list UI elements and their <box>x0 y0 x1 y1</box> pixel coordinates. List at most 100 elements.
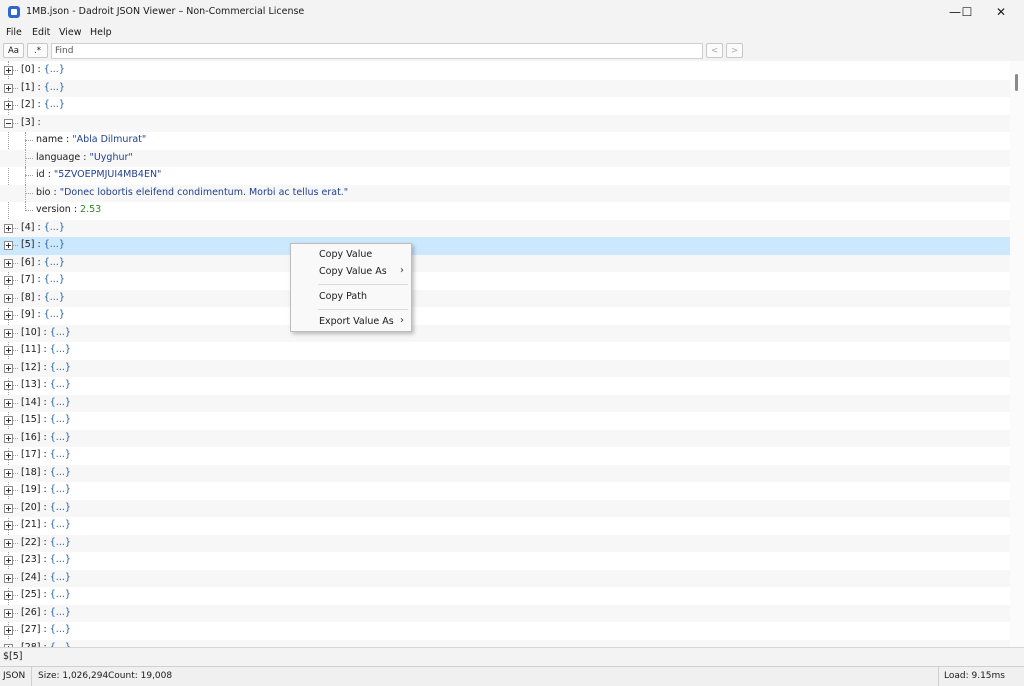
tree-node[interactable]: [2] : {...} <box>0 97 1010 115</box>
tree-node[interactable]: [12] : {...} <box>0 359 1010 377</box>
tree-node[interactable]: [8] : {...} <box>0 289 1010 307</box>
tree-node-expanded[interactable]: [3] : <box>0 114 1010 132</box>
tree-leaf[interactable]: bio : "Donec lobortis eleifend condiment… <box>0 184 1010 202</box>
match-case-button[interactable]: Aa <box>3 43 24 58</box>
find-previous-button[interactable]: < <box>706 43 723 58</box>
expand-icon[interactable] <box>4 311 13 320</box>
expand-icon[interactable] <box>4 363 13 373</box>
expand-icon[interactable] <box>4 433 13 443</box>
tree-node[interactable]: [1] : {...} <box>0 79 1010 97</box>
tree-leaf[interactable]: language : "Uyghur" <box>0 149 1010 167</box>
leaf-key: name <box>36 134 63 145</box>
tree-node[interactable]: [11] : {...} <box>0 342 1010 360</box>
node-value: {...} <box>49 414 71 425</box>
maximize-button[interactable]: ☐ <box>944 0 990 24</box>
tree-node[interactable]: [22] : {...} <box>0 534 1010 552</box>
expand-icon[interactable] <box>4 538 13 548</box>
menu-help[interactable]: Help <box>90 27 112 38</box>
vertical-scrollbar[interactable] <box>1010 61 1024 647</box>
expand-icon[interactable] <box>4 258 13 268</box>
tree-node[interactable]: [4] : {...} <box>0 219 1010 237</box>
copy-value-as-menu-item[interactable]: Copy Value As › <box>292 264 410 280</box>
expand-icon[interactable] <box>4 521 13 530</box>
expand-icon[interactable] <box>4 66 13 75</box>
tree-leaf[interactable]: name : "Abla Dilmurat" <box>0 132 1010 150</box>
expand-icon[interactable] <box>4 83 13 93</box>
copy-path-menu-item[interactable]: Copy Path <box>292 289 410 305</box>
expand-icon[interactable] <box>4 503 13 513</box>
tree-node[interactable]: [27] : {...} <box>0 622 1010 640</box>
node-value: {...} <box>49 589 71 600</box>
node-key: [13] <box>21 379 41 390</box>
app-logo-icon <box>8 6 20 18</box>
expand-icon[interactable] <box>4 328 13 338</box>
menu-file[interactable]: File <box>6 27 22 38</box>
expand-icon[interactable] <box>4 416 13 425</box>
submenu-arrow-icon: › <box>400 315 404 326</box>
node-key: [7] <box>21 274 35 285</box>
tree-node[interactable]: [13] : {...} <box>0 377 1010 395</box>
tree-node[interactable]: [16] : {...} <box>0 429 1010 447</box>
tree-node[interactable]: [21] : {...} <box>0 517 1010 535</box>
expand-icon[interactable] <box>4 608 13 618</box>
node-value: {...} <box>43 81 65 93</box>
leaf-key: language <box>36 151 81 163</box>
tree-node[interactable]: [24] : {...} <box>0 569 1010 587</box>
copy-value-menu-item[interactable]: Copy Value <box>292 247 410 263</box>
tree-node[interactable]: [7] : {...} <box>0 272 1010 290</box>
tree-node[interactable]: [5] : {...} <box>0 237 1010 255</box>
tree-node[interactable]: [15] : {...} <box>0 412 1010 430</box>
tree-node[interactable]: [18] : {...} <box>0 464 1010 482</box>
node-key: [23] <box>21 554 41 565</box>
tree-node[interactable]: [10] : {...} <box>0 324 1010 342</box>
find-next-button[interactable]: > <box>726 43 743 58</box>
expand-icon[interactable] <box>4 101 13 110</box>
node-value: {...} <box>49 379 71 390</box>
tree-node[interactable]: [19] : {...} <box>0 482 1010 500</box>
expand-icon[interactable] <box>4 486 13 495</box>
expand-icon[interactable] <box>4 591 13 600</box>
tree-node[interactable]: [0] : {...} <box>0 62 1010 80</box>
menu-edit[interactable]: Edit <box>32 27 50 38</box>
expand-icon[interactable] <box>4 241 13 250</box>
expand-icon[interactable] <box>4 451 13 460</box>
node-value: {...} <box>43 291 65 303</box>
find-input[interactable] <box>51 43 703 59</box>
tree-node[interactable]: [9] : {...} <box>0 307 1010 325</box>
tree-node[interactable]: [6] : {...} <box>0 254 1010 272</box>
menu-view[interactable]: View <box>59 27 82 38</box>
expand-icon[interactable] <box>4 626 13 635</box>
status-size: Size: 1,026,294 <box>38 671 109 681</box>
node-key: [24] <box>21 571 41 583</box>
collapse-icon[interactable] <box>4 118 13 128</box>
tree-node[interactable]: [17] : {...} <box>0 447 1010 465</box>
export-value-as-menu-item[interactable]: Export Value As › <box>292 314 410 330</box>
expand-icon[interactable] <box>4 293 13 303</box>
expand-icon[interactable] <box>4 223 13 233</box>
regex-button[interactable]: .* <box>27 43 48 58</box>
node-value: {...} <box>43 99 65 110</box>
tree-node[interactable]: [14] : {...} <box>0 394 1010 412</box>
tree-leaf[interactable]: version : 2.53 <box>0 202 1010 220</box>
node-key: [18] <box>21 466 41 478</box>
tree-node[interactable]: [28] : {...} <box>0 639 1010 647</box>
expand-icon[interactable] <box>4 468 13 478</box>
node-value: {...} <box>49 466 71 478</box>
expand-icon[interactable] <box>4 346 13 355</box>
tree-node[interactable]: [20] : {...} <box>0 499 1010 517</box>
scrollbar-thumb[interactable] <box>1015 74 1018 91</box>
node-key: [27] <box>21 624 41 635</box>
tree-leaf[interactable]: id : "5ZVOEPMJUI4MB4EN" <box>0 167 1010 185</box>
expand-icon[interactable] <box>4 398 13 408</box>
tree-node[interactable]: [23] : {...} <box>0 552 1010 570</box>
json-tree-view[interactable]: [0] : {...} [1] : {...} [2] : {...} [3] : na… <box>0 61 1010 647</box>
expand-icon[interactable] <box>4 381 13 390</box>
node-key: [0] <box>21 64 35 75</box>
expand-icon[interactable] <box>4 556 13 565</box>
expand-icon[interactable] <box>4 573 13 583</box>
expand-icon[interactable] <box>4 276 13 285</box>
node-value: {...} <box>43 256 65 268</box>
tree-node[interactable]: [25] : {...} <box>0 587 1010 605</box>
leaf-string-value: "Uyghur" <box>89 151 133 163</box>
tree-node[interactable]: [26] : {...} <box>0 604 1010 622</box>
